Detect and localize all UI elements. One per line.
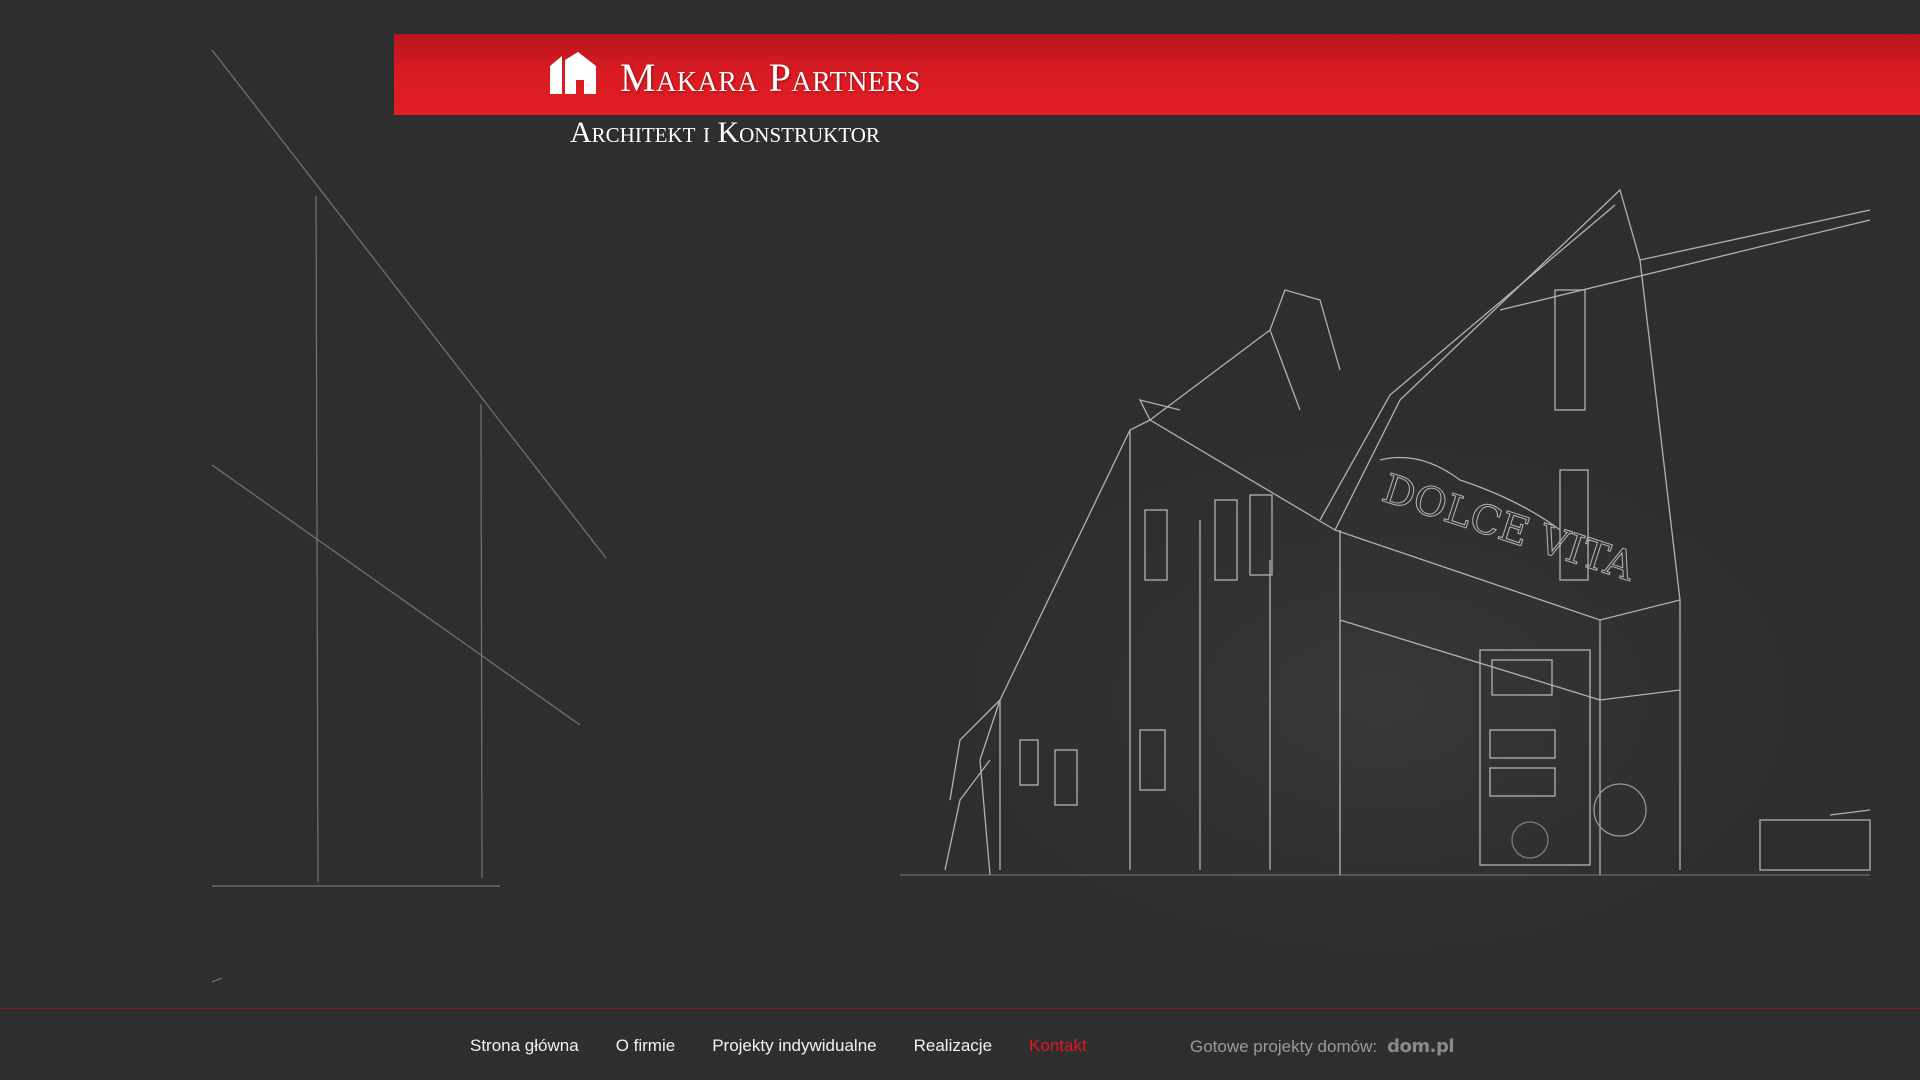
- dom-pl-logo[interactable]: dom.pl: [1387, 1036, 1454, 1057]
- brand-name[interactable]: Makara Partners: [620, 54, 921, 101]
- page: DOLCE VITA Makara Partners Architekt i K…: [0, 0, 1920, 1080]
- nav-item-individual-projects[interactable]: Projekty indywidualne: [712, 1036, 876, 1056]
- brand-logo[interactable]: [548, 52, 598, 96]
- nav-item-contact[interactable]: Kontakt: [1029, 1036, 1087, 1056]
- house-icon: [550, 52, 596, 94]
- nav-item-about[interactable]: O firmie: [616, 1036, 676, 1056]
- nav-item-realizations[interactable]: Realizacje: [914, 1036, 992, 1056]
- hero-sketch-illustration: DOLCE VITA: [211, 49, 1900, 1010]
- ready-projects-label: Gotowe projekty domów:: [1190, 1036, 1378, 1056]
- main-nav: Strona główna O firmie Projekty indywidu…: [470, 1036, 1087, 1056]
- ready-projects: Gotowe projekty domów: dom.pl: [1190, 1036, 1454, 1057]
- perspective-lines: [211, 49, 607, 983]
- nav-item-home[interactable]: Strona główna: [470, 1036, 579, 1056]
- brand-tagline: Architekt i Konstruktor: [570, 116, 880, 149]
